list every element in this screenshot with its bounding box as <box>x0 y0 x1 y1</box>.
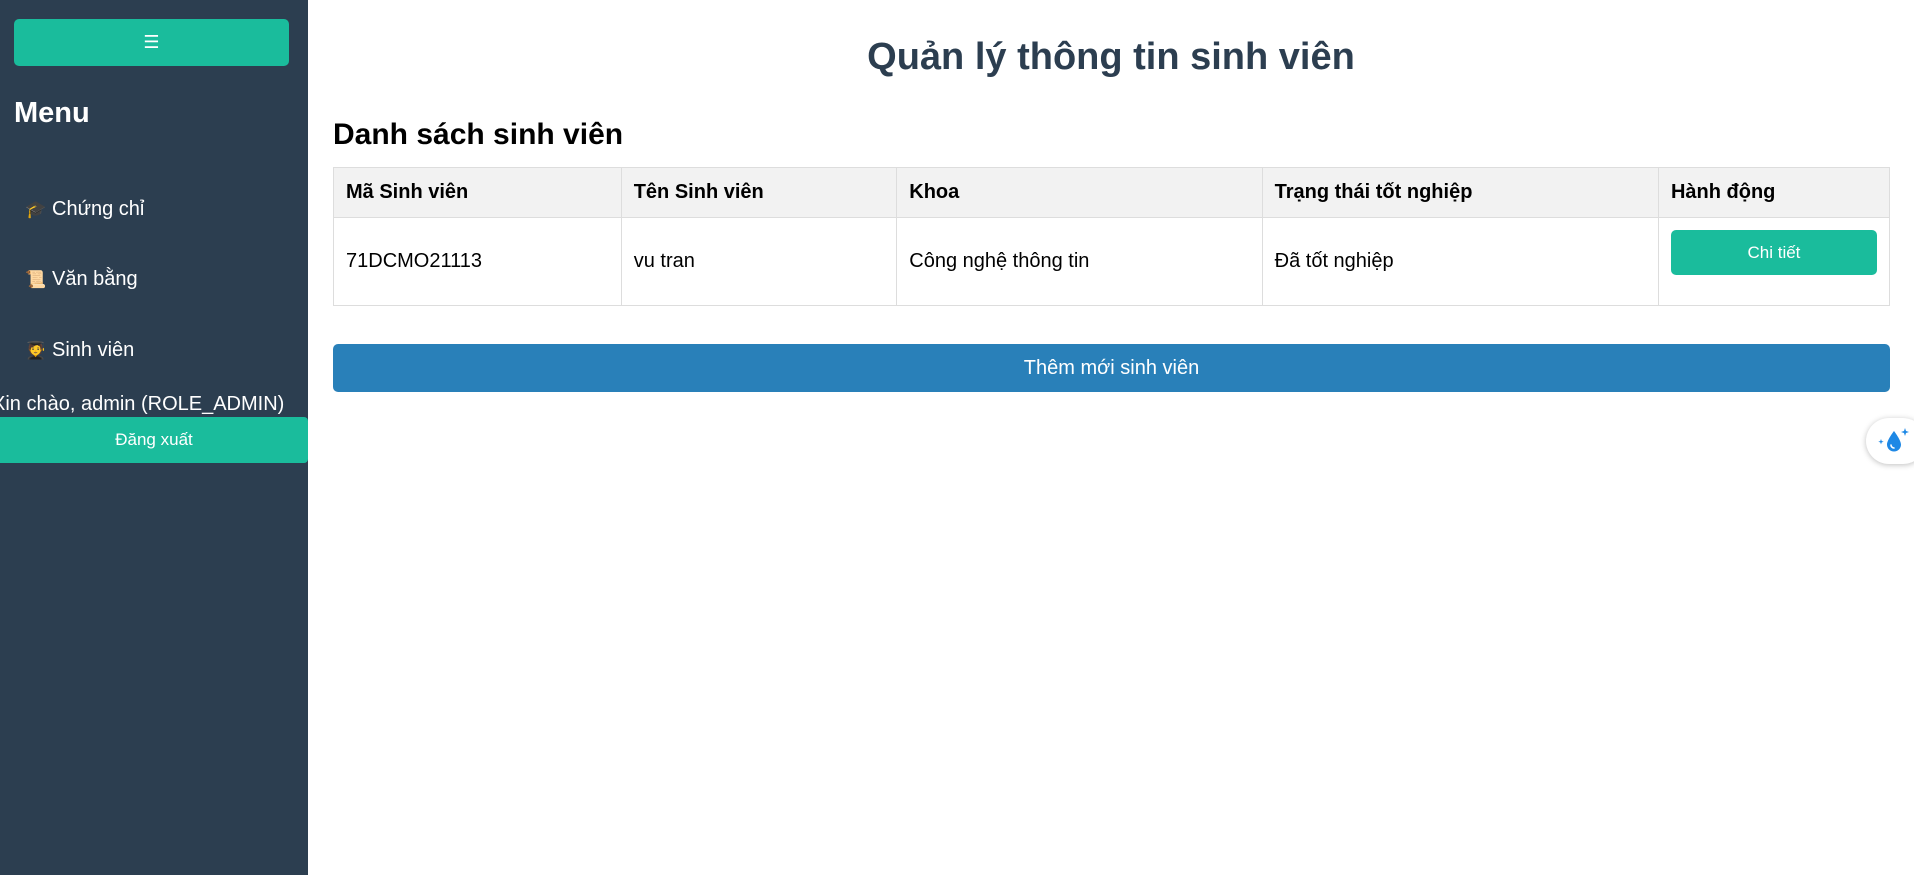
sidebar-item-label: Văn bằng <box>52 268 138 290</box>
add-student-button[interactable]: Thêm mới sinh viên <box>333 344 1890 392</box>
user-greeting: Xin chào, admin (ROLE_ADMIN) <box>0 393 285 415</box>
sidebar-item-label: Chứng chỉ <box>52 198 145 220</box>
column-header-actions: Hành động <box>1657 167 1891 218</box>
students-table: Mã Sinh viên Tên Sinh viên Khoa Trạng th… <box>333 167 1891 306</box>
section-title: Danh sách sinh viên <box>333 118 624 151</box>
hamburger-icon: ☰ <box>143 32 160 52</box>
cell-actions: Chi tiết <box>1657 217 1891 306</box>
sidebar: ☰ Menu 🎓 Chứng chỉ 📜 Văn bằng 🧑‍🎓 Sinh v… <box>0 0 308 875</box>
cell-graduation-status: Đã tốt nghiệp <box>1261 217 1659 306</box>
column-header-graduation-status: Trạng thái tốt nghiệp <box>1261 167 1659 218</box>
app-root: ☰ Menu 🎓 Chứng chỉ 📜 Văn bằng 🧑‍🎓 Sinh v… <box>0 0 1914 875</box>
cell-faculty: Công nghệ thông tin <box>896 217 1263 306</box>
student-icon: 🧑‍🎓 <box>25 341 47 360</box>
water-drop-sparkle-icon <box>1878 428 1909 452</box>
sidebar-item-students[interactable]: 🧑‍🎓 Sinh viên <box>25 339 134 362</box>
sidebar-item-label: Sinh viên <box>52 339 135 361</box>
menu-toggle-button[interactable]: ☰ <box>14 19 289 66</box>
column-header-faculty: Khoa <box>896 167 1263 218</box>
cell-student-id: 71DCMO21113 <box>333 217 622 306</box>
column-header-student-id: Mã Sinh viên <box>333 167 622 218</box>
table-row: 71DCMO21113 vu tran Công nghệ thông tin … <box>333 217 1891 306</box>
graduation-cap-icon: 🎓 <box>25 200 47 219</box>
cell-student-name: vu tran <box>620 217 898 306</box>
column-header-student-name: Tên Sinh viên <box>620 167 898 218</box>
page-title: Quản lý thông tin sinh viên <box>867 36 1355 78</box>
logout-button[interactable]: Đăng xuất <box>0 417 308 463</box>
menu-title: Menu <box>14 97 90 129</box>
floating-widget-button[interactable] <box>1866 418 1914 464</box>
sidebar-item-certificates[interactable]: 🎓 Chứng chỉ <box>25 198 144 221</box>
scroll-icon: 📜 <box>25 270 47 289</box>
table-header-row: Mã Sinh viên Tên Sinh viên Khoa Trạng th… <box>333 167 1891 218</box>
sidebar-item-diplomas[interactable]: 📜 Văn bằng <box>25 268 138 291</box>
detail-button[interactable]: Chi tiết <box>1670 230 1877 275</box>
